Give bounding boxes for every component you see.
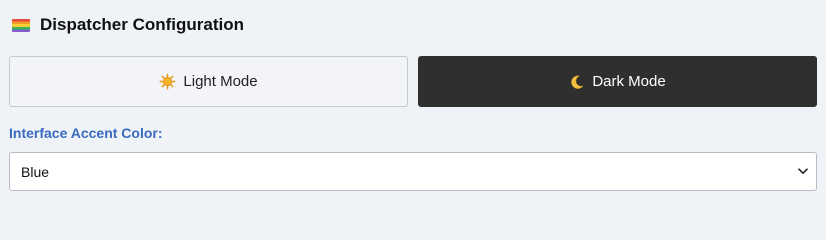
dark-mode-label: Dark Mode [592,73,666,90]
page-title: Dispatcher Configuration [40,15,245,34]
light-mode-button[interactable]: Light Mode [9,56,408,107]
rainbow-flag-icon [12,18,30,32]
accent-color-select[interactable]: Blue [9,152,817,191]
light-mode-label: Light Mode [183,73,258,90]
dispatcher-config-panel: Dispatcher Configuration Light Mode Dark… [0,0,826,213]
crescent-moon-icon [569,74,585,90]
accent-color-value: Blue [21,163,50,180]
dark-mode-button[interactable]: Dark Mode [418,56,817,107]
chevron-down-icon [798,168,808,175]
panel-header: Dispatcher Configuration [12,12,244,38]
sun-icon [159,73,176,90]
theme-mode-toggle: Light Mode Dark Mode [9,56,817,107]
accent-color-label: Interface Accent Color: [9,125,163,141]
